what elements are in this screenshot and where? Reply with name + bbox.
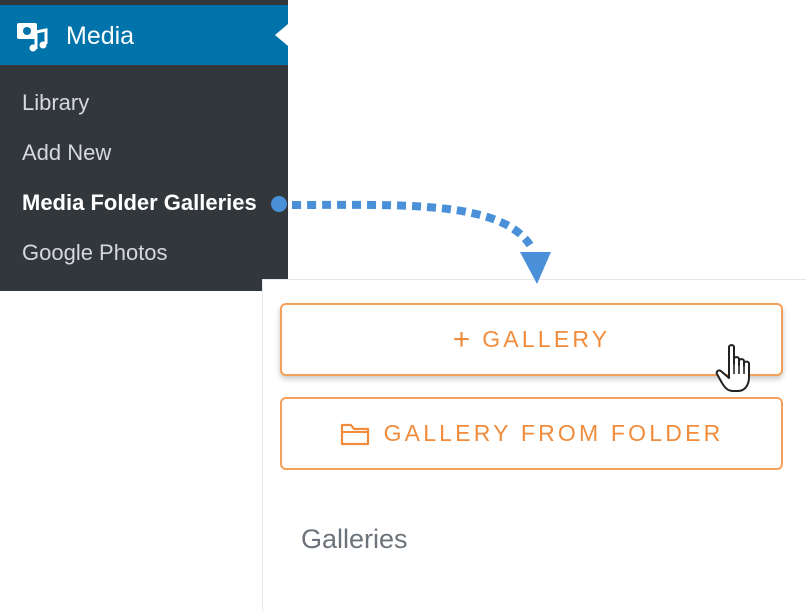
current-menu-arrow bbox=[275, 24, 288, 46]
media-icon bbox=[17, 23, 48, 52]
galleries-heading: Galleries bbox=[301, 524, 408, 554]
admin-sidebar-menu: Media Library Add New Media Folder Galle… bbox=[0, 0, 288, 291]
gallery-from-folder-label: GALLERY FROM FOLDER bbox=[383, 420, 724, 446]
gallery-from-folder-button[interactable]: GALLERY FROM FOLDER bbox=[280, 397, 783, 470]
add-gallery-button[interactable]: + GALLERY bbox=[280, 303, 783, 376]
submenu-item-add-new[interactable]: Add New bbox=[22, 140, 111, 166]
submenu-item-library[interactable]: Library bbox=[22, 90, 89, 116]
menu-item-media[interactable]: Media bbox=[0, 5, 288, 65]
hand-cursor-icon bbox=[715, 344, 750, 392]
folder-icon bbox=[340, 423, 369, 445]
submenu-item-media-folder-galleries[interactable]: Media Folder Galleries bbox=[22, 190, 257, 216]
plus-icon: + bbox=[452, 322, 471, 356]
menu-title: Media bbox=[66, 22, 135, 50]
annotation-arrow-path bbox=[291, 200, 534, 248]
add-gallery-label: GALLERY bbox=[482, 326, 611, 352]
submenu-item-google-photos[interactable]: Google Photos bbox=[22, 240, 168, 266]
